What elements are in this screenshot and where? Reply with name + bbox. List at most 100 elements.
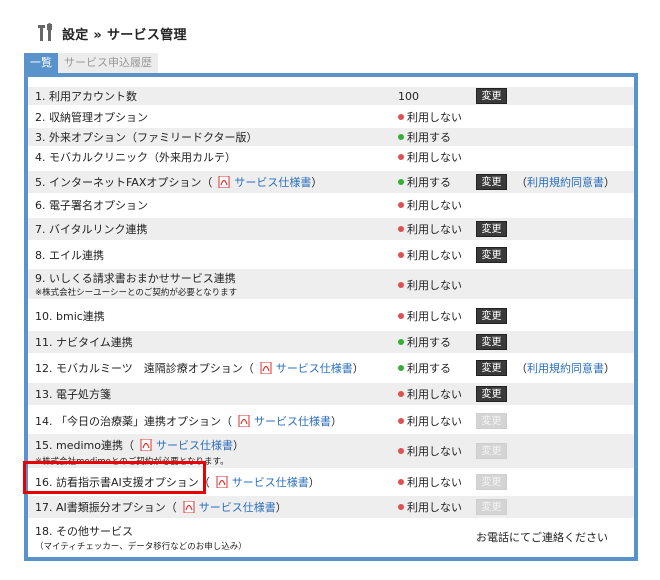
spec-link[interactable]: サービス仕様書	[232, 474, 309, 490]
service-row: 14. 「今日の治療薬」連携オプション（ サービス仕様書 ） 利用しない 変更	[28, 410, 634, 432]
status-dot-icon	[398, 504, 404, 510]
tools-icon	[38, 23, 52, 41]
status-dot-icon	[398, 313, 404, 319]
spec-link[interactable]: サービス仕様書	[276, 360, 353, 376]
status-text: 利用しない	[407, 151, 462, 164]
service-label: 2. 収納管理オプション	[35, 111, 148, 124]
service-row: 5. インターネットFAXオプション（ サービス仕様書 ） 利用する 変更 （利…	[28, 171, 634, 193]
tab-bar: 一覧 サービス申込履歴	[24, 53, 158, 73]
status-text: 利用しない	[407, 249, 462, 262]
service-label-group: 14. 「今日の治療薬」連携オプション（ サービス仕様書 ）	[35, 410, 342, 432]
status-text: 利用する	[407, 176, 451, 189]
status-indicator: 利用しない	[398, 496, 462, 518]
terms-group: （利用規約同意書）	[516, 357, 615, 379]
status-indicator: 利用しない	[398, 277, 462, 293]
status-dot-icon	[398, 226, 404, 232]
status-text: 利用しない	[407, 388, 462, 401]
service-label: 13. 電子処方箋	[35, 388, 111, 401]
service-row: 18. その他サービス （マイティチェッカー、データ移行などのお申し込み） お電…	[28, 521, 634, 553]
change-button-disabled: 変更	[476, 474, 507, 490]
paren-open: （	[516, 176, 527, 189]
pdf-icon	[238, 415, 250, 427]
service-label: 10. bmic連携	[35, 310, 105, 323]
status-text: 利用しない	[407, 501, 462, 514]
status-text: 利用しない	[407, 279, 462, 292]
status-dot-icon	[398, 114, 404, 120]
service-label: 9. いしくる請求書おまかせサービス連携	[35, 272, 236, 285]
service-row: 13. 電子処方箋 利用しない 変更	[28, 383, 634, 405]
service-label-group: 17. AI書類振分オプション（ サービス仕様書 ）	[35, 496, 287, 518]
service-label-group: 5. インターネットFAXオプション（ サービス仕様書 ）	[35, 171, 322, 193]
status-indicator: 利用しない	[398, 471, 462, 493]
status-indicator: 利用しない	[398, 244, 462, 266]
paren-close: ）	[275, 501, 287, 514]
status-dot-icon	[398, 282, 404, 288]
pdf-icon	[140, 439, 152, 451]
service-label: 18. その他サービス	[35, 525, 133, 538]
status-indicator: 利用しない	[398, 410, 462, 432]
status-text: 利用しない	[407, 445, 462, 458]
terms-link[interactable]: 利用規約同意書	[527, 360, 604, 376]
paren-close: ）	[604, 176, 615, 189]
pdf-icon	[183, 501, 195, 513]
status-dot-icon	[398, 391, 404, 397]
pdf-icon	[216, 476, 228, 488]
service-row: 9. いしくる請求書おまかせサービス連携 ※株式会社シーユーシーとのご契約が必要…	[28, 269, 634, 299]
status-text: 利用する	[407, 131, 451, 144]
status-text: 利用しない	[407, 310, 462, 323]
service-row: 12. モバカルミーツ 遠隔診療オプション（ サービス仕様書 ） 利用する 変更…	[28, 357, 634, 379]
highlight-box	[23, 461, 206, 494]
service-row: 2. 収納管理オプション 利用しない	[28, 108, 634, 126]
tab-service-history[interactable]: サービス申込履歴	[58, 53, 158, 73]
status-indicator: 利用しない	[398, 443, 462, 459]
change-button-disabled: 変更	[476, 499, 507, 515]
status-indicator: 利用しない	[398, 383, 462, 405]
status-indicator: 利用しない	[398, 108, 462, 126]
status-dot-icon	[398, 479, 404, 485]
service-label: 8. エイル連携	[35, 249, 104, 262]
status-indicator: 利用する	[398, 357, 451, 379]
service-note: ※株式会社シーユーシーとのご契約が必要となります	[35, 288, 238, 298]
spec-link[interactable]: サービス仕様書	[254, 413, 331, 429]
service-label-group: 15. medimo連携（ サービス仕様書 ）	[35, 437, 244, 453]
change-button[interactable]: 変更	[476, 247, 507, 263]
service-row: 10. bmic連携 利用しない 変更	[28, 305, 634, 327]
status-text: 利用する	[407, 336, 451, 349]
status-text: 利用しない	[407, 199, 462, 212]
account-count: 100	[398, 89, 419, 103]
pdf-icon	[218, 176, 230, 188]
spec-link[interactable]: サービス仕様書	[234, 174, 311, 190]
terms-link[interactable]: 利用規約同意書	[527, 174, 604, 190]
contact-note: お電話にてご連絡ください	[476, 531, 608, 544]
change-button[interactable]: 変更	[476, 308, 507, 324]
change-button[interactable]: 変更	[476, 334, 507, 350]
status-indicator: 利用しない	[398, 148, 462, 166]
service-row: 4. モバカルクリニック（外来用カルテ） 利用しない	[28, 148, 634, 166]
service-label: 3. 外来オプション（ファミリードクター版）	[35, 131, 258, 144]
service-row: 3. 外来オプション（ファミリードクター版） 利用する	[28, 128, 634, 146]
status-dot-icon	[398, 448, 404, 454]
service-label: 12. モバカルミーツ 遠隔診療オプション（	[35, 362, 254, 375]
spec-link[interactable]: サービス仕様書	[156, 437, 233, 453]
status-text: 利用しない	[407, 476, 462, 489]
service-label: 15. medimo連携（	[35, 439, 134, 452]
page-title: 設定 » サービス管理	[62, 27, 187, 43]
spec-link[interactable]: サービス仕様書	[199, 499, 276, 515]
status-dot-icon	[398, 202, 404, 208]
change-button[interactable]: 変更	[476, 88, 507, 104]
change-button[interactable]: 変更	[476, 386, 507, 402]
change-button[interactable]: 変更	[476, 174, 507, 190]
change-button-disabled: 変更	[476, 443, 507, 459]
paren-close: ）	[331, 415, 342, 428]
status-dot-icon	[398, 365, 404, 371]
change-button[interactable]: 変更	[476, 221, 507, 237]
page-header: 設定 » サービス管理	[38, 22, 187, 44]
status-dot-icon	[398, 252, 404, 258]
paren-close: ）	[232, 439, 244, 452]
tab-list[interactable]: 一覧	[24, 53, 58, 73]
status-indicator: 利用する	[398, 331, 451, 353]
status-indicator: 利用する	[398, 128, 451, 146]
change-button[interactable]: 変更	[476, 360, 507, 376]
service-row: 17. AI書類振分オプション（ サービス仕様書 ） 利用しない 変更	[28, 496, 634, 518]
status-indicator: 利用する	[398, 171, 451, 193]
